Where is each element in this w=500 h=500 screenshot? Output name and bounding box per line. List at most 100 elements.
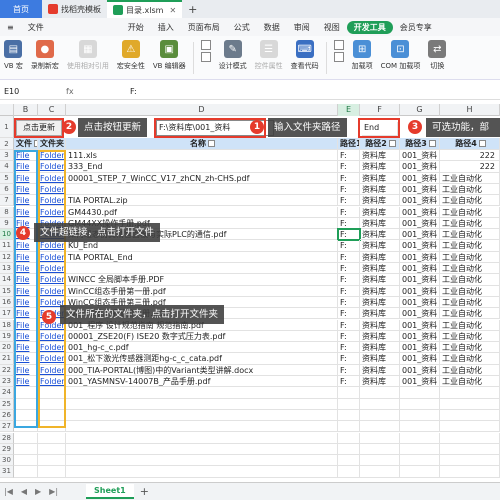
prev-sheet-icon[interactable]: ◀: [17, 487, 31, 496]
path3-cell[interactable]: 001_资料: [400, 285, 440, 297]
row-header[interactable]: 20: [0, 342, 14, 354]
row-header[interactable]: 23: [0, 376, 14, 388]
empty-cell[interactable]: [38, 466, 66, 478]
row-header[interactable]: 14: [0, 274, 14, 286]
empty-cell[interactable]: [400, 443, 440, 456]
column-header-g[interactable]: G: [400, 104, 440, 116]
path4-cell[interactable]: 工业自动化: [440, 308, 500, 320]
path3-cell[interactable]: 001_资料: [400, 150, 440, 162]
path3-cell[interactable]: 001_资料: [400, 376, 440, 388]
path2-cell[interactable]: 资料库: [360, 342, 400, 354]
file-name-cell[interactable]: 00001_ZSE20(F) ISE20 数字式压力表.pdf: [66, 330, 338, 343]
design-mode-button[interactable]: ✎ 设计模式: [219, 40, 247, 71]
path1-cell[interactable]: F:: [338, 217, 360, 230]
row-header[interactable]: 6: [0, 183, 14, 196]
path1-cell[interactable]: F:: [338, 172, 360, 184]
row-header[interactable]: 26: [0, 409, 14, 422]
empty-cell[interactable]: [338, 432, 360, 444]
path3-cell[interactable]: 001_资料: [400, 296, 440, 309]
row-header[interactable]: 2: [0, 138, 14, 150]
file-name-cell[interactable]: TIA PORTAL_End: [66, 251, 338, 263]
file-name-cell[interactable]: 001_hg-c_c.pdf: [66, 342, 338, 354]
filter-dropdown-icon[interactable]: [388, 140, 396, 147]
column-header-f[interactable]: F: [360, 104, 400, 116]
empty-cell[interactable]: [400, 455, 440, 467]
empty-cell[interactable]: [14, 466, 38, 478]
menu-hamburger-icon[interactable]: ≡: [0, 23, 21, 32]
path1-cell[interactable]: F:: [338, 353, 360, 365]
file-name-cell[interactable]: WinCC组态手册第一册.pdf: [66, 285, 338, 297]
empty-cell[interactable]: [440, 466, 500, 478]
empty-cell[interactable]: [360, 443, 400, 456]
row-header[interactable]: 24: [0, 387, 14, 399]
path3-cell[interactable]: 001_资料: [400, 330, 440, 343]
file-name-cell[interactable]: 111.xls: [66, 150, 338, 162]
path1-cell[interactable]: F:: [338, 330, 360, 343]
next-sheet-icon[interactable]: ▶: [31, 487, 45, 496]
empty-cell[interactable]: [14, 432, 38, 444]
empty-cell[interactable]: [440, 455, 500, 467]
path1-cell[interactable]: F:: [338, 206, 360, 218]
column-header-b[interactable]: B: [14, 104, 38, 116]
empty-cell[interactable]: [338, 443, 360, 456]
empty-cell[interactable]: [400, 466, 440, 478]
select-all-corner[interactable]: [0, 104, 14, 116]
fx-icon[interactable]: fx: [60, 87, 130, 96]
path1-cell[interactable]: F:: [338, 376, 360, 388]
empty-cell[interactable]: [338, 387, 360, 399]
path3-cell[interactable]: 001_资料: [400, 251, 440, 263]
empty-cell[interactable]: [440, 432, 500, 444]
column-header-h[interactable]: H: [440, 104, 500, 116]
row-header[interactable]: 21: [0, 353, 14, 365]
path1-cell[interactable]: F:: [338, 161, 360, 173]
row-header[interactable]: 29: [0, 443, 14, 456]
menu-item-data[interactable]: 数据: [257, 22, 287, 33]
row-header[interactable]: 9: [0, 217, 14, 230]
path2-cell[interactable]: 资料库: [360, 240, 400, 252]
path3-cell[interactable]: 001_资料: [400, 308, 440, 320]
path1-cell[interactable]: F:: [338, 240, 360, 252]
path3-cell[interactable]: 001_资料: [400, 240, 440, 252]
macro-security-button[interactable]: ⚠ 宏安全性: [117, 40, 145, 71]
view-code-button[interactable]: ⌨ 查看代码: [291, 40, 319, 71]
column-header-c[interactable]: C: [38, 104, 66, 116]
first-sheet-icon[interactable]: |◀: [0, 487, 17, 496]
menu-item-formulas[interactable]: 公式: [227, 22, 257, 33]
path2-cell[interactable]: 资料库: [360, 183, 400, 196]
empty-cell[interactable]: [400, 387, 440, 399]
empty-cell[interactable]: [14, 455, 38, 467]
empty-cell[interactable]: [440, 443, 500, 456]
path2-cell[interactable]: 资料库: [360, 308, 400, 320]
path2-cell[interactable]: 资料库: [360, 161, 400, 173]
path2-cell[interactable]: 资料库: [360, 376, 400, 388]
file-name-cell[interactable]: 000_TIA-PORTAL(博图)中的Variant类型讲解.docx: [66, 364, 338, 376]
empty-cell[interactable]: [400, 398, 440, 410]
close-icon[interactable]: ✕: [169, 6, 176, 15]
path3-cell[interactable]: 001_资料: [400, 183, 440, 196]
path3-cell[interactable]: 001_资料: [400, 195, 440, 207]
relative-reference-button[interactable]: ▦ 使用相对引用: [67, 40, 109, 71]
path2-cell[interactable]: 资料库: [360, 217, 400, 230]
addins-button[interactable]: ⊞ 加载项: [352, 40, 373, 71]
path4-cell[interactable]: 工业自动化: [440, 263, 500, 275]
path1-cell[interactable]: F:: [337, 228, 361, 242]
row-header[interactable]: 15: [0, 285, 14, 297]
path4-cell[interactable]: 222: [440, 161, 500, 173]
file-name-cell[interactable]: KU_End: [66, 240, 338, 252]
row-header[interactable]: 1: [0, 116, 14, 138]
path4-cell[interactable]: 工业自动化: [440, 330, 500, 343]
path1-cell[interactable]: F:: [338, 150, 360, 162]
path4-cell[interactable]: 工业自动化: [440, 274, 500, 286]
column-header-e[interactable]: E: [338, 104, 360, 116]
path2-cell[interactable]: 资料库: [360, 296, 400, 309]
row-header[interactable]: 17: [0, 308, 14, 320]
row-header[interactable]: 31: [0, 466, 14, 478]
menu-item-view[interactable]: 视图: [317, 22, 347, 33]
path2-cell[interactable]: 资料库: [360, 353, 400, 365]
path2-cell[interactable]: 资料库: [360, 229, 400, 241]
record-macro-button[interactable]: ● 录制新宏: [31, 40, 59, 71]
empty-cell[interactable]: [66, 443, 338, 456]
path3-cell[interactable]: 001_资料: [400, 274, 440, 286]
file-name-cell[interactable]: 001_YASMNSV-14007B_产品手册.pdf: [66, 376, 338, 388]
path2-cell[interactable]: 资料库: [360, 172, 400, 184]
